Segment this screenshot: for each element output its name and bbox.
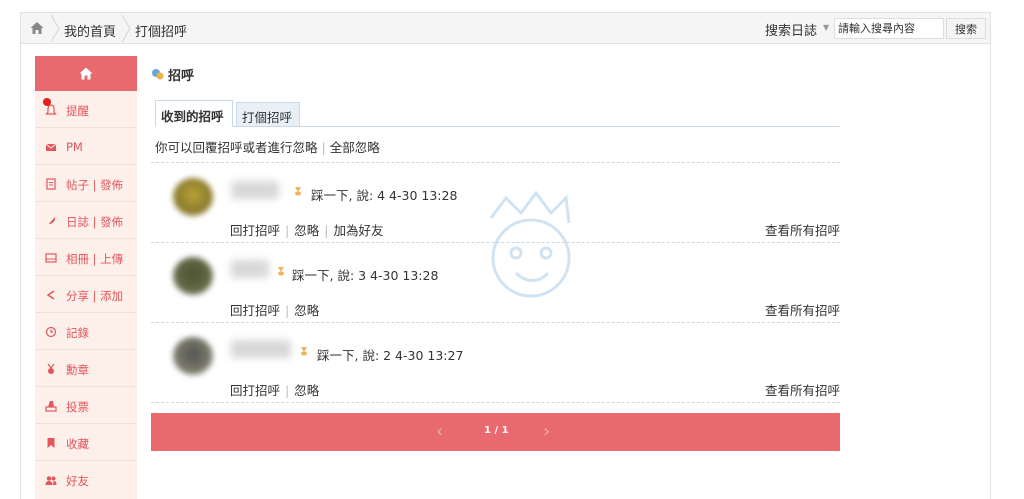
sidebar-item-friends[interactable]: 好友 (35, 461, 137, 498)
greeting-actions: 回打招呼 | 忽略 (230, 383, 320, 398)
sidebar-item-label: 好友 (66, 474, 89, 488)
home-icon (79, 67, 93, 80)
sidebar-item-pm[interactable]: PM (35, 128, 137, 165)
notification-dot (43, 98, 51, 106)
ignore-link[interactable]: 忽略 (294, 383, 319, 398)
medal-icon (47, 363, 55, 374)
vote-icon (45, 401, 57, 412)
ignore-link[interactable]: 忽略 (294, 223, 319, 238)
home-icon[interactable] (29, 20, 45, 36)
chevron-left-icon[interactable]: ‹ (436, 421, 443, 442)
tab-bar: 收到的招呼 打個招呼 (155, 100, 840, 127)
document-icon (46, 178, 56, 190)
sidebar-item-share[interactable]: 分享 | 添加 (35, 276, 137, 313)
sidebar-item-album[interactable]: 相冊 | 上傳 (35, 239, 137, 276)
sidebar-item-label: 勳章 (66, 363, 89, 377)
view-all-greetings-link[interactable]: 查看所有招呼 (765, 380, 840, 399)
sidebar-item-reminder[interactable]: 提醒 (35, 91, 137, 128)
reply-greeting-link[interactable]: 回打招呼 (230, 383, 280, 398)
sidebar-item-label: 相冊 | 上傳 (66, 252, 124, 266)
album-icon (45, 253, 57, 263)
view-all-greetings-link[interactable]: 查看所有招呼 (765, 300, 840, 319)
avatar[interactable] (173, 257, 213, 295)
ignore-all-link[interactable]: 全部忽略 (330, 140, 380, 155)
hint-text: 你可以回覆招呼或者進行忽略 (155, 140, 318, 155)
clock-icon (45, 326, 57, 338)
hint-separator: | (321, 140, 326, 155)
pagination-bar: ‹ 1 / 1 › (151, 413, 840, 451)
chevron-down-icon[interactable]: ▼ (823, 23, 829, 32)
sidebar-item-blog[interactable]: 日誌 | 發佈 (35, 202, 137, 239)
sidebar: 提醒 PM 帖子 | 發佈 日誌 | 發佈 相冊 | 上傳 分享 | 添加 記錄 (35, 56, 137, 499)
top-bar: 我的首頁 打個招呼 搜索日誌 ▼ 搜索 (21, 13, 990, 44)
breadcrumb-separator-icon (121, 15, 131, 42)
search-input[interactable] (834, 18, 944, 39)
mail-icon (45, 143, 57, 151)
sidebar-item-label: PM (66, 140, 83, 154)
tab-send-greeting[interactable]: 打個招呼 (236, 102, 300, 127)
sidebar-item-posts[interactable]: 帖子 | 發佈 (35, 165, 137, 202)
sender-name[interactable] (231, 181, 279, 199)
footprint-icon (301, 347, 307, 356)
sidebar-item-label: 日誌 | 發佈 (66, 215, 124, 229)
reply-greeting-link[interactable]: 回打招呼 (230, 303, 280, 318)
divider (151, 162, 840, 163)
footprint-icon (278, 267, 284, 276)
chevron-right-icon[interactable]: › (543, 421, 550, 442)
search-type-select[interactable]: 搜索日誌 (765, 20, 817, 39)
page-frame: 我的首頁 打個招呼 搜索日誌 ▼ 搜索 提醒 PM 帖子 | 發佈 (20, 12, 991, 499)
greeting-actions: 回打招呼 | 忽略 (230, 303, 320, 318)
sidebar-item-medals[interactable]: 勳章 (35, 350, 137, 387)
sidebar-item-label: 記錄 (66, 326, 89, 340)
greeting-text: 踩一下, 說: 4 4-30 13:28 (311, 188, 458, 203)
sidebar-item-vote[interactable]: 投票 (35, 387, 137, 424)
breadcrumb-current[interactable]: 打個招呼 (135, 21, 187, 40)
greeting-icon (152, 69, 164, 80)
greeting-text: 踩一下, 說: 2 4-30 13:27 (317, 348, 464, 363)
bookmark-icon (47, 438, 55, 448)
sidebar-home-button[interactable] (35, 56, 137, 91)
sender-name[interactable] (231, 260, 269, 278)
sidebar-item-label: 分享 | 添加 (66, 289, 124, 303)
search-button[interactable]: 搜索 (946, 18, 986, 39)
view-all-greetings-link[interactable]: 查看所有招呼 (765, 220, 840, 239)
avatar[interactable] (173, 337, 213, 375)
footprint-icon (295, 187, 301, 196)
sidebar-item-records[interactable]: 記錄 (35, 313, 137, 350)
divider (151, 402, 840, 403)
hint-row: 你可以回覆招呼或者進行忽略 | 全部忽略 (155, 137, 380, 156)
friends-icon (45, 476, 57, 485)
greeting-text: 踩一下, 說: 3 4-30 13:28 (292, 268, 439, 283)
sidebar-item-favorites[interactable]: 收藏 (35, 424, 137, 461)
page-indicator: 1 / 1 (484, 425, 509, 436)
reply-greeting-link[interactable]: 回打招呼 (230, 223, 280, 238)
sender-name[interactable] (231, 340, 291, 358)
feather-icon (47, 217, 56, 226)
greeting-actions: 回打招呼 | 忽略 | 加為好友 (230, 223, 384, 238)
add-friend-link[interactable]: 加為好友 (333, 223, 383, 238)
ignore-link[interactable]: 忽略 (294, 303, 319, 318)
breadcrumb-home-link[interactable]: 我的首頁 (64, 21, 116, 40)
sidebar-item-label: 提醒 (66, 104, 89, 118)
page-title: 招呼 (168, 69, 195, 84)
avatar[interactable] (173, 178, 213, 216)
share-icon (46, 290, 55, 300)
watermark-logo (489, 190, 571, 298)
breadcrumb-separator-icon (50, 15, 60, 42)
tab-received-greetings[interactable]: 收到的招呼 (155, 100, 233, 127)
sidebar-item-label: 投票 (66, 400, 89, 414)
sidebar-item-label: 帖子 | 發佈 (66, 178, 124, 192)
sidebar-item-label: 收藏 (66, 437, 89, 451)
